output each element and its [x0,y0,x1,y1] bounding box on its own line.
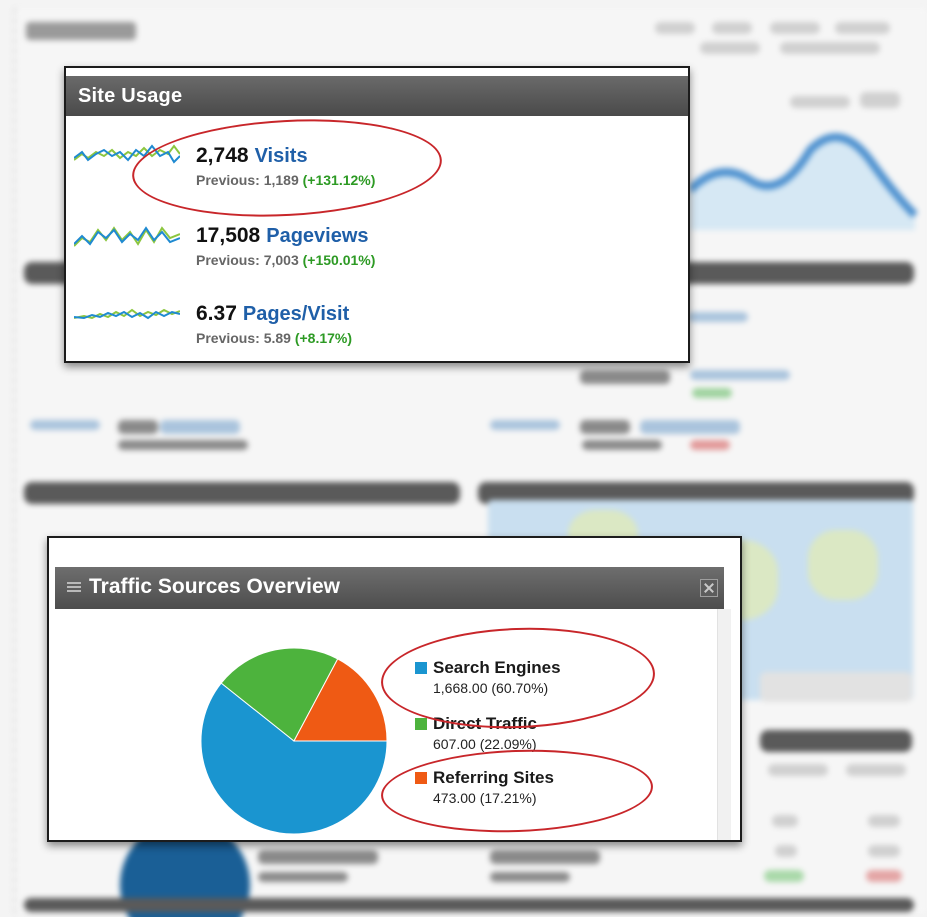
bg-toolbar-dot [790,96,850,108]
pages-per-visit-value: 6.37 [196,302,237,325]
bg-dot [868,845,900,857]
traffic-sources-panel: Traffic Sources Overview Search Engines … [47,536,742,842]
bg-text-line [692,388,732,398]
bg-dot [764,870,804,882]
traffic-sources-header: Traffic Sources Overview [55,567,724,609]
pageviews-previous-label: Previous: 7,003 [196,252,299,268]
close-icon[interactable] [700,579,718,597]
metric-pages-per-visit: 6.37 Pages/Visit Previous: 5.89 (+8.17%) [66,298,688,358]
site-usage-panel: Site Usage 2,748 Visits Previous: 1,189 (… [64,66,690,363]
bg-text-line [582,440,662,450]
pageviews-change: (+150.01%) [302,252,376,268]
pageviews-link[interactable]: Pageviews [266,225,368,247]
pageviews-previous: Previous: 7,003 (+150.01%) [196,252,375,268]
bg-text-line [118,440,248,450]
bg-text-line [258,850,378,864]
pageviews-value: 17,508 [196,224,261,247]
bg-dot [768,764,828,776]
bg-block [760,672,912,702]
bg-toolbar-dot [835,22,890,34]
bg-toolbar-dot [655,22,695,34]
bg-section-bar [24,482,460,504]
bg-line-chart [690,133,918,230]
bg-section-bar [24,898,914,912]
pageviews-line: 17,508 Pageviews [196,224,369,248]
bg-dot [846,764,906,776]
bg-dot [775,845,797,857]
traffic-sources-title: Traffic Sources Overview [89,575,340,598]
bg-dot [772,815,798,827]
bg-text-line [690,440,730,450]
bg-section-bar [760,730,912,752]
site-usage-header: Site Usage [66,76,688,116]
bg-text-line [30,420,100,430]
bg-dot [868,815,900,827]
legend-swatch-direct-traffic [415,718,427,730]
visits-highlight-ellipse [129,111,445,225]
bg-text-line [690,370,790,380]
pages-per-visit-previous-label: Previous: 5.89 [196,330,291,346]
pages-per-visit-link[interactable]: Pages/Visit [243,303,349,325]
bg-text-line [580,420,630,434]
bg-toolbar-dot [712,22,752,34]
bg-text-line [118,420,158,434]
dashboard-title-placeholder [26,22,136,40]
site-usage-title: Site Usage [78,85,183,107]
bg-dot [866,870,902,882]
pages-per-visit-previous: Previous: 5.89 (+8.17%) [196,330,352,346]
bg-text-line [258,872,348,882]
search-engines-highlight-ellipse [379,623,657,733]
pages-per-visit-sparkline [74,308,180,320]
referring-sites-highlight-ellipse [379,745,655,837]
bg-text-line [160,420,240,434]
grip-lines-icon[interactable] [67,582,81,594]
metric-pageviews: 17,508 Pageviews Previous: 7,003 (+150.01… [66,220,688,280]
pages-per-visit-line: 6.37 Pages/Visit [196,302,349,326]
bg-toolbar-dot [780,42,880,54]
pages-per-visit-change: (+8.17%) [294,330,353,346]
bg-text-line [490,850,600,864]
bg-text-line [580,370,670,384]
bg-text-line [490,420,560,430]
bg-toolbar-dot [770,22,820,34]
bg-text-line [640,420,740,434]
bg-toolbar-dot [860,92,900,108]
traffic-pie-chart [200,647,388,835]
bg-text-line [688,312,748,322]
bg-toolbar-dot [700,42,760,54]
bg-text-line [490,872,570,882]
panel-scroll-edge [717,609,731,840]
pageviews-sparkline [74,226,180,247]
